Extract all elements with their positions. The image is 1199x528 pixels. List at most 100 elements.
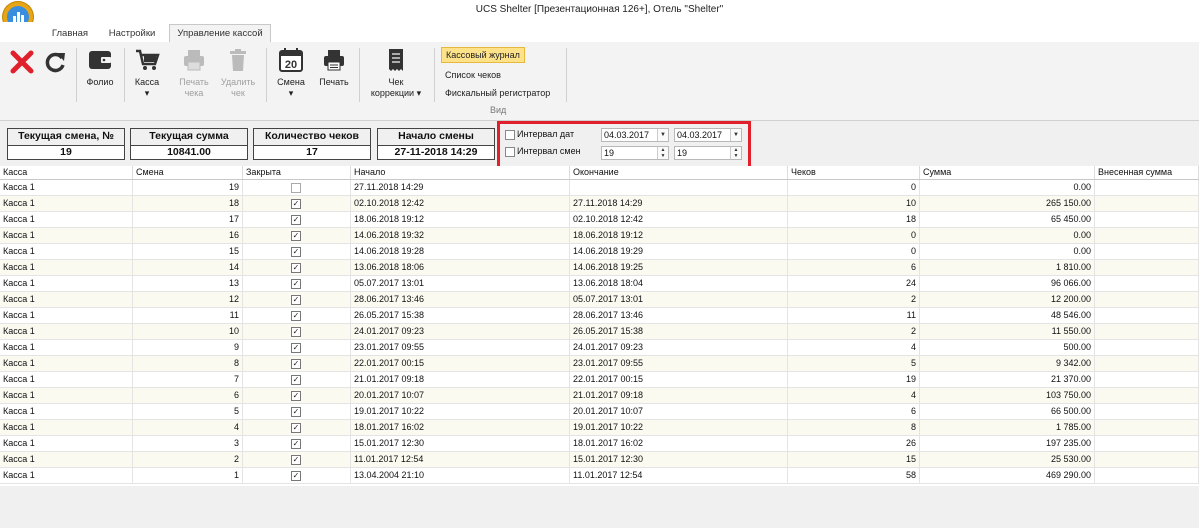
table-row[interactable]: Касса 1 17 ✓ 18.06.2018 19:12 02.10.2018 12:… [0,212,1199,228]
closed-checkbox[interactable]: ✓ [291,247,301,257]
table-cell-kassa: Касса 1 [0,468,133,483]
table-cell-closed: ✓ [243,420,351,435]
shift-interval-checkbox[interactable] [505,147,515,157]
shift-from-field[interactable]: 19 ▲ ▼ [601,146,669,160]
table-row[interactable]: Касса 1 8 ✓ 22.01.2017 00:15 23.01.2017 09:5… [0,356,1199,372]
closed-checkbox[interactable]: ✓ [291,439,301,449]
closed-checkbox[interactable]: ✓ [291,215,301,225]
column-header-sum[interactable]: Сумма [920,166,1095,179]
column-header-shift[interactable]: Смена [133,166,243,179]
print-button[interactable]: Печать [314,47,354,88]
table-cell-closed: ✓ [243,228,351,243]
table-cell-sum: 48 546.00 [920,308,1095,323]
tab-cash-management[interactable]: Управление кассой [169,24,271,43]
table-row[interactable]: Касса 1 11 ✓ 26.05.2017 15:38 28.06.2017 13:… [0,308,1199,324]
closed-checkbox[interactable] [291,183,301,193]
table-cell-kassa: Касса 1 [0,340,133,355]
table-cell-shift: 4 [133,420,243,435]
table-row[interactable]: Касса 1 1 ✓ 13.04.2004 21:10 11.01.2017 12:5… [0,468,1199,484]
closed-checkbox[interactable]: ✓ [291,279,301,289]
table-row[interactable]: Касса 1 12 ✓ 28.06.2017 13:46 05.07.2017 13:… [0,292,1199,308]
table-row[interactable]: Касса 1 2 ✓ 11.01.2017 12:54 15.01.2017 12:3… [0,452,1199,468]
tab-main[interactable]: Главная [48,25,92,42]
table-row[interactable]: Касса 1 9 ✓ 23.01.2017 09:55 24.01.2017 09:2… [0,340,1199,356]
date-to-field[interactable]: 04.03.2017 ▼ [674,128,742,142]
table-row[interactable]: Касса 1 19 27.11.2018 14:29 0 0.00 [0,180,1199,196]
table-cell-end: 11.01.2017 12:54 [570,468,788,483]
spinner-icon[interactable]: ▲ ▼ [657,147,668,159]
closed-checkbox[interactable]: ✓ [291,391,301,401]
shift-button[interactable]: 20 Смена ▾ [271,47,311,99]
table-cell-shift: 11 [133,308,243,323]
closed-checkbox[interactable]: ✓ [291,455,301,465]
table-row[interactable]: Касса 1 5 ✓ 19.01.2017 10:22 20.01.2017 10:0… [0,404,1199,420]
view-check-list[interactable]: Список чеков [441,68,505,82]
table-row[interactable]: Касса 1 16 ✓ 14.06.2018 19:32 18.06.2018 19:… [0,228,1199,244]
closed-checkbox[interactable]: ✓ [291,199,301,209]
delete-check-label: Удалить чек [220,77,256,98]
closed-checkbox[interactable]: ✓ [291,471,301,481]
folio-button[interactable]: Фолио [80,47,120,88]
shift-start-title: Начало смены [398,130,474,142]
table-cell-sum: 9 342.00 [920,356,1095,371]
close-button[interactable] [8,50,36,78]
column-header-kassa[interactable]: Касса [0,166,133,179]
closed-checkbox[interactable]: ✓ [291,327,301,337]
date-to-value: 04.03.2017 [677,130,723,140]
tab-settings[interactable]: Настройки [102,25,162,42]
filter-panel: Интервал дат 04.03.2017 ▼ 04.03.2017 ▼ И… [497,121,751,169]
kassa-button[interactable]: Касса ▾ [127,47,167,99]
shift-start-box: Начало смены 27-11-2018 14:29 [377,128,495,160]
table-cell-dep [1095,468,1199,483]
table-row[interactable]: Касса 1 7 ✓ 21.01.2017 09:18 22.01.2017 00:1… [0,372,1199,388]
table-cell-start: 23.01.2017 09:55 [351,340,570,355]
table-cell-kassa: Касса 1 [0,244,133,259]
closed-checkbox[interactable]: ✓ [291,407,301,417]
table-row[interactable]: Касса 1 18 ✓ 02.10.2018 12:42 27.11.2018 14:… [0,196,1199,212]
view-cash-journal[interactable]: Кассовый журнал [441,47,525,63]
table-row[interactable]: Касса 1 4 ✓ 18.01.2017 16:02 19.01.2017 10:2… [0,420,1199,436]
kassa-label: Касса [134,77,160,87]
shift-to-field[interactable]: 19 ▲ ▼ [674,146,742,160]
closed-checkbox[interactable]: ✓ [291,295,301,305]
closed-checkbox[interactable]: ✓ [291,263,301,273]
closed-checkbox[interactable]: ✓ [291,311,301,321]
refresh-button[interactable] [41,50,69,78]
table-row[interactable]: Касса 1 3 ✓ 15.01.2017 12:30 18.01.2017 16:0… [0,436,1199,452]
table-cell-kassa: Касса 1 [0,452,133,467]
table-cell-checks: 6 [788,404,920,419]
print-check-button[interactable]: Печать чека [174,47,214,99]
table-row[interactable]: Касса 1 15 ✓ 14.06.2018 19:28 14.06.2018 19:… [0,244,1199,260]
table-row[interactable]: Касса 1 13 ✓ 05.07.2017 13:01 13.06.2018 18:… [0,276,1199,292]
spinner-icon[interactable]: ▲ ▼ [730,147,741,159]
date-from-field[interactable]: 04.03.2017 ▼ [601,128,669,142]
date-interval-checkbox[interactable] [505,130,515,140]
column-header-start[interactable]: Начало [351,166,570,179]
closed-checkbox[interactable]: ✓ [291,375,301,385]
delete-check-button[interactable]: Удалить чек [218,47,258,99]
table-cell-end: 05.07.2017 13:01 [570,292,788,307]
folio-label: Фолио [86,77,114,87]
closed-checkbox[interactable]: ✓ [291,359,301,369]
table-row[interactable]: Касса 1 6 ✓ 20.01.2017 10:07 21.01.2017 09:1… [0,388,1199,404]
column-header-closed[interactable]: Закрыта [243,166,351,179]
closed-checkbox[interactable]: ✓ [291,423,301,433]
table-row[interactable]: Касса 1 14 ✓ 13.06.2018 18:06 14.06.2018 19:… [0,260,1199,276]
column-header-deposited[interactable]: Внесенная сумма [1095,166,1199,179]
closed-checkbox[interactable]: ✓ [291,231,301,241]
column-header-end[interactable]: Окончание [570,166,788,179]
table-cell-sum: 1 785.00 [920,420,1095,435]
column-header-checks[interactable]: Чеков [788,166,920,179]
table-cell-closed: ✓ [243,436,351,451]
chevron-down-icon[interactable]: ▼ [657,129,668,141]
table-cell-closed: ✓ [243,244,351,259]
table-cell-closed: ✓ [243,356,351,371]
correction-check-button[interactable]: Чек коррекции ▾ [364,47,428,99]
table-cell-shift: 9 [133,340,243,355]
correction-check-label: Чек коррекции [370,77,415,98]
chevron-down-icon[interactable]: ▼ [730,129,741,141]
ribbon-tabs: Главная Настройки Управление кассой [0,22,1199,43]
table-row[interactable]: Касса 1 10 ✓ 24.01.2017 09:23 26.05.2017 15:… [0,324,1199,340]
view-fiscal-registrar[interactable]: Фискальный регистратор [441,86,554,100]
closed-checkbox[interactable]: ✓ [291,343,301,353]
